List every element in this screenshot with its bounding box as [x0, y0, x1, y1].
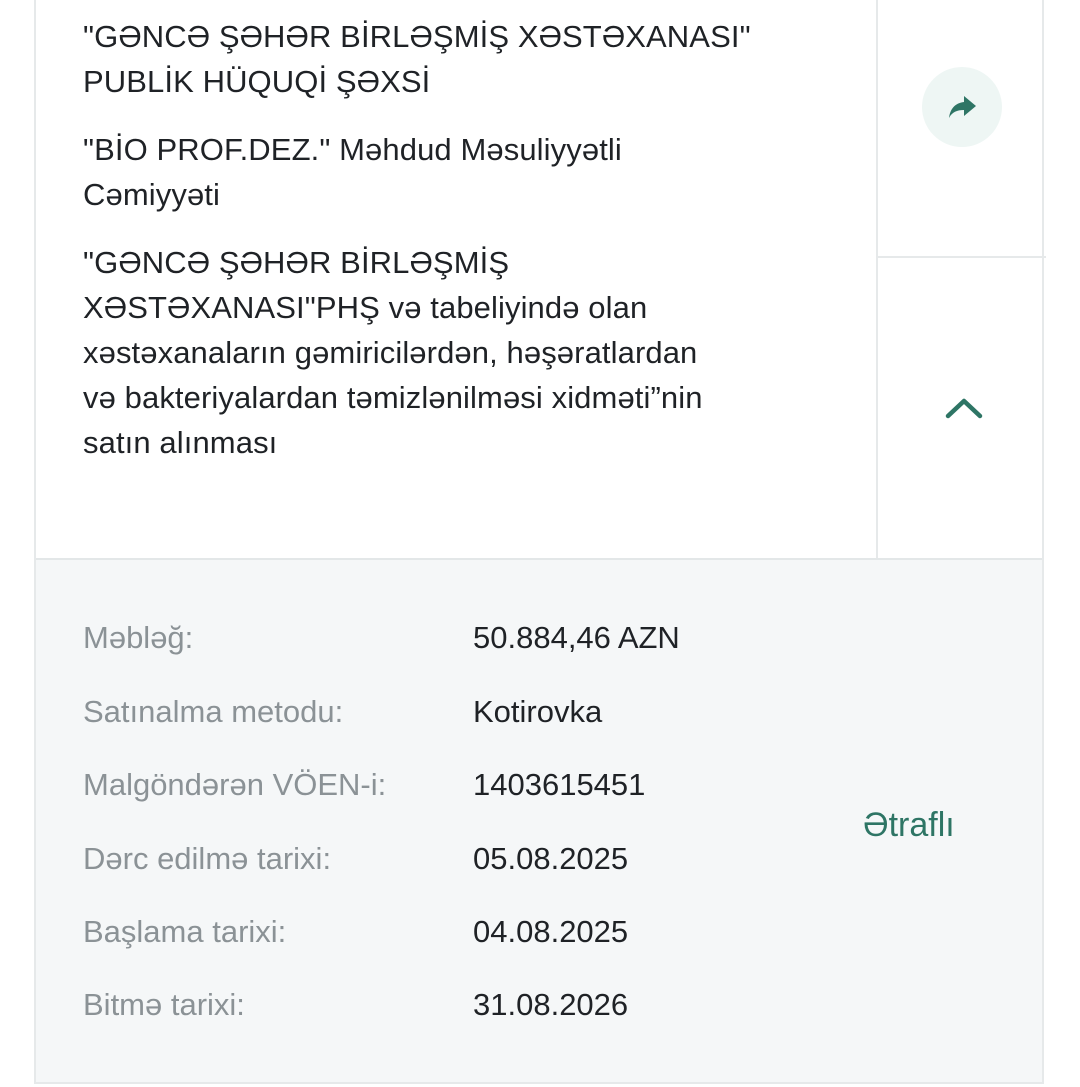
detail-label: Satınalma metodu:: [83, 694, 344, 729]
detail-row-end-date: Bitmə tarixi: 31.08.2026: [83, 980, 783, 1030]
detail-row-supplier-tin: Malgöndərən VÖEN-i: 1403615451: [83, 760, 783, 810]
detail-row-start-date: Başlama tarixi: 04.08.2025: [83, 907, 783, 957]
share-button[interactable]: [922, 67, 1002, 147]
detail-label: Dərc edilmə tarixi:: [83, 841, 332, 876]
procurement-subject-line: XƏSTƏXANASI"PHŞ və tabeliyində olan: [83, 290, 648, 325]
more-details-link[interactable]: Ətraflı: [863, 802, 955, 848]
procurement-subject: "GƏNCƏ ŞƏHƏR BİRLƏŞMİŞ XƏSTƏXANASI"PHŞ v…: [83, 240, 843, 465]
chevron-up-icon: [945, 398, 983, 419]
collapse-button[interactable]: [942, 388, 986, 428]
organization-name-line: "GƏNCƏ ŞƏHƏR BİRLƏŞMİŞ XƏSTƏXANASI": [83, 19, 751, 54]
procurement-subject-line: satın alınması: [83, 425, 278, 460]
detail-label: Malgöndərən VÖEN-i:: [83, 767, 387, 802]
detail-value: 31.08.2026: [473, 987, 629, 1022]
supplier-name: "BİO PROF.DEZ." Məhdud Məsuliyyətli Cəmi…: [83, 127, 843, 217]
procurement-subject-line: xəstəxanaların gəmiricilərdən, həşəratla…: [83, 335, 698, 370]
detail-label: Bitmə tarixi:: [83, 987, 245, 1022]
tender-text: "GƏNCƏ ŞƏHƏR BİRLƏŞMİŞ XƏSTƏXANASI" PUBL…: [83, 14, 843, 465]
procurement-subject-line: və bakteriyalardan təmizlənilməsi xidmət…: [83, 380, 703, 415]
detail-value: 1403615451: [473, 767, 646, 802]
detail-row-method: Satınalma metodu: Kotirovka: [83, 687, 783, 737]
detail-value: Kotirovka: [473, 694, 603, 729]
detail-label: Məbləğ:: [83, 620, 194, 655]
card-actions-column: [876, 0, 1046, 558]
detail-row-amount: Məbləğ: 50.884,46 AZN: [83, 613, 783, 663]
detail-value: 04.08.2025: [473, 914, 629, 949]
supplier-name-line: "BİO PROF.DEZ." Məhdud Məsuliyyətli: [83, 132, 622, 167]
tender-details: Məbləğ: 50.884,46 AZN Satınalma metodu: …: [36, 560, 1042, 1082]
share-arrow-icon: [949, 96, 976, 118]
detail-value: 05.08.2025: [473, 841, 629, 876]
detail-value: 50.884,46 AZN: [473, 620, 680, 655]
tender-summary: "GƏNCƏ ŞƏHƏR BİRLƏŞMİŞ XƏSTƏXANASI" PUBL…: [36, 0, 1046, 560]
organization-name: "GƏNCƏ ŞƏHƏR BİRLƏŞMİŞ XƏSTƏXANASI" PUBL…: [83, 14, 843, 104]
organization-name-line: PUBLİK HÜQUQİ ŞƏXSİ: [83, 64, 431, 99]
detail-row-published-date: Dərc edilmə tarixi: 05.08.2025: [83, 834, 783, 884]
supplier-name-line: Cəmiyyəti: [83, 177, 220, 212]
actions-divider: [878, 256, 1046, 258]
tender-card: "GƏNCƏ ŞƏHƏR BİRLƏŞMİŞ XƏSTƏXANASI" PUBL…: [34, 0, 1046, 1084]
procurement-subject-line: "GƏNCƏ ŞƏHƏR BİRLƏŞMİŞ: [83, 245, 510, 280]
detail-label: Başlama tarixi:: [83, 914, 287, 949]
